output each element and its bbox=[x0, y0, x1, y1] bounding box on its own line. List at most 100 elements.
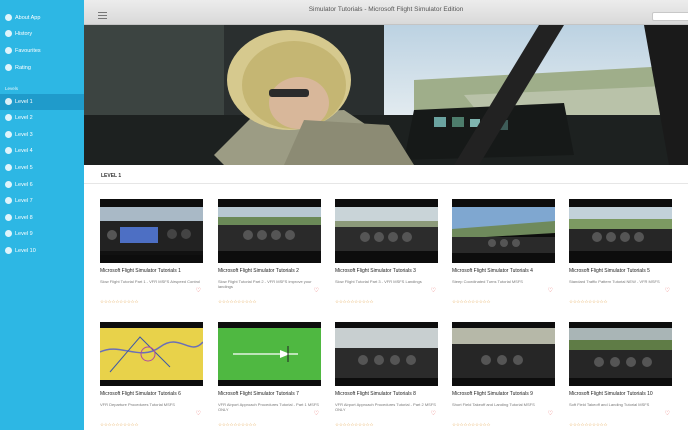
video-title[interactable]: Microsoft Flight Simulator Tutorials 6 bbox=[100, 391, 203, 397]
app-window: About App History Favourites Rating Leve… bbox=[0, 0, 688, 430]
video-thumbnail[interactable] bbox=[100, 199, 203, 263]
favourite-heart-icon[interactable]: ♡ bbox=[314, 287, 319, 294]
rating-stars-icon[interactable]: ☆☆☆☆☆☆☆☆☆☆ bbox=[335, 299, 374, 304]
video-title[interactable]: Microsoft Flight Simulator Tutorials 5 bbox=[569, 268, 672, 274]
rating-stars-icon[interactable]: ☆☆☆☆☆☆☆☆☆☆ bbox=[452, 299, 491, 304]
sidebar-item-level-3[interactable]: Level 3 bbox=[0, 127, 84, 143]
rating-stars-icon[interactable]: ☆☆☆☆☆☆☆☆☆☆ bbox=[218, 422, 257, 427]
sidebar-item-label: Level 10 bbox=[15, 248, 36, 254]
favourite-heart-icon[interactable]: ♡ bbox=[196, 410, 201, 417]
video-thumbnail[interactable] bbox=[335, 322, 438, 386]
rating-stars-icon[interactable]: ☆☆☆☆☆☆☆☆☆☆ bbox=[569, 422, 608, 427]
sidebar-item-rating[interactable]: Rating bbox=[0, 60, 84, 76]
video-card[interactable]: Microsoft Flight Simulator Tutorials 1 S… bbox=[100, 199, 203, 304]
star-icon bbox=[5, 64, 12, 71]
video-thumbnail[interactable] bbox=[218, 199, 321, 263]
level-icon bbox=[5, 197, 12, 204]
rating-stars-icon[interactable]: ☆☆☆☆☆☆☆☆☆☆ bbox=[218, 299, 257, 304]
rating-stars-icon[interactable]: ☆☆☆☆☆☆☆☆☆☆ bbox=[335, 422, 374, 427]
sidebar-item-favourites[interactable]: Favourites bbox=[0, 43, 84, 59]
rating-stars-icon[interactable]: ☆☆☆☆☆☆☆☆☆☆ bbox=[569, 299, 608, 304]
video-rating: ☆☆☆☆☆☆☆☆☆☆ ♡ bbox=[218, 410, 321, 427]
sidebar-item-label: Level 3 bbox=[15, 132, 33, 138]
favourite-heart-icon[interactable]: ♡ bbox=[314, 410, 319, 417]
rating-stars-icon[interactable]: ☆☆☆☆☆☆☆☆☆☆ bbox=[100, 299, 139, 304]
favourite-heart-icon[interactable]: ♡ bbox=[665, 287, 670, 294]
video-thumbnail[interactable] bbox=[569, 199, 672, 263]
level-icon bbox=[5, 247, 12, 254]
favourite-heart-icon[interactable]: ♡ bbox=[548, 410, 553, 417]
video-card[interactable]: Microsoft Flight Simulator Tutorials 10 … bbox=[569, 322, 672, 427]
main-content: LEVEL 1 Microsoft Flight Simulator Tutor… bbox=[84, 25, 688, 430]
sidebar-item-label: Level 7 bbox=[15, 198, 33, 204]
level-icon bbox=[5, 147, 12, 154]
hamburger-menu-icon[interactable] bbox=[98, 12, 107, 19]
sidebar-item-level-9[interactable]: Level 9 bbox=[0, 226, 84, 242]
sidebar-item-about[interactable]: About App bbox=[0, 10, 84, 26]
video-thumbnail[interactable] bbox=[569, 322, 672, 386]
toolbar-field[interactable] bbox=[652, 12, 688, 21]
video-thumbnail[interactable] bbox=[218, 322, 321, 386]
favourite-heart-icon[interactable]: ♡ bbox=[548, 287, 553, 294]
video-rating: ☆☆☆☆☆☆☆☆☆☆ ♡ bbox=[569, 287, 672, 304]
level-icon bbox=[5, 164, 12, 171]
sidebar-item-label: Level 1 bbox=[15, 99, 33, 105]
favourite-heart-icon[interactable]: ♡ bbox=[196, 287, 201, 294]
video-card[interactable]: Microsoft Flight Simulator Tutorials 4 S… bbox=[452, 199, 555, 304]
rating-stars-icon[interactable]: ☆☆☆☆☆☆☆☆☆☆ bbox=[452, 422, 491, 427]
rating-stars-icon[interactable]: ☆☆☆☆☆☆☆☆☆☆ bbox=[100, 422, 139, 427]
sidebar-item-level-7[interactable]: Level 7 bbox=[0, 193, 84, 209]
video-title[interactable]: Microsoft Flight Simulator Tutorials 8 bbox=[335, 391, 438, 397]
video-description: VFR Departure Procedures Tutorial MSFS bbox=[100, 402, 175, 407]
video-card[interactable]: Microsoft Flight Simulator Tutorials 7 V… bbox=[218, 322, 321, 427]
level-icon bbox=[5, 214, 12, 221]
sidebar-item-label: Level 5 bbox=[15, 165, 33, 171]
video-rating: ☆☆☆☆☆☆☆☆☆☆ ♡ bbox=[335, 410, 438, 427]
video-title[interactable]: Microsoft Flight Simulator Tutorials 1 bbox=[100, 268, 203, 274]
video-card[interactable]: Microsoft Flight Simulator Tutorials 8 V… bbox=[335, 322, 438, 427]
section-title: LEVEL 1 bbox=[101, 173, 122, 179]
video-title[interactable]: Microsoft Flight Simulator Tutorials 9 bbox=[452, 391, 555, 397]
sidebar: About App History Favourites Rating Leve… bbox=[0, 0, 84, 430]
favourite-heart-icon[interactable]: ♡ bbox=[665, 410, 670, 417]
title-bar: Simulator Tutorials - Microsoft Flight S… bbox=[84, 0, 688, 25]
video-description: VFR Airport Approach Procedures Tutorial… bbox=[218, 402, 319, 412]
video-title[interactable]: Microsoft Flight Simulator Tutorials 7 bbox=[218, 391, 321, 397]
favourite-heart-icon[interactable]: ♡ bbox=[431, 410, 436, 417]
level-icon bbox=[5, 230, 12, 237]
sidebar-item-level-5[interactable]: Level 5 bbox=[0, 160, 84, 176]
video-card[interactable]: Microsoft Flight Simulator Tutorials 6 V… bbox=[100, 322, 203, 427]
sidebar-item-label: About App bbox=[15, 15, 41, 21]
sidebar-item-level-1[interactable]: Level 1 bbox=[0, 94, 84, 110]
video-description: Soft Field Takeoff and Landing Tutorial … bbox=[569, 402, 650, 407]
video-card[interactable]: Microsoft Flight Simulator Tutorials 2 S… bbox=[218, 199, 321, 304]
video-description: Slow Flight Tutorial Part 3 - VFR MSFS L… bbox=[335, 279, 422, 284]
favourite-heart-icon[interactable]: ♡ bbox=[431, 287, 436, 294]
video-title[interactable]: Microsoft Flight Simulator Tutorials 2 bbox=[218, 268, 321, 274]
sidebar-item-history[interactable]: History bbox=[0, 26, 84, 42]
video-thumbnail[interactable] bbox=[335, 199, 438, 263]
video-description: Slow Flight Tutorial Part 2 - VFR MSFS i… bbox=[218, 279, 312, 289]
section-divider bbox=[84, 183, 688, 184]
sidebar-item-level-10[interactable]: Level 10 bbox=[0, 243, 84, 259]
video-title[interactable]: Microsoft Flight Simulator Tutorials 3 bbox=[335, 268, 438, 274]
video-thumbnail[interactable] bbox=[452, 199, 555, 263]
video-thumbnail[interactable] bbox=[452, 322, 555, 386]
sidebar-item-level-4[interactable]: Level 4 bbox=[0, 143, 84, 159]
video-card[interactable]: Microsoft Flight Simulator Tutorials 9 S… bbox=[452, 322, 555, 427]
sidebar-item-level-6[interactable]: Level 6 bbox=[0, 177, 84, 193]
video-card[interactable]: Microsoft Flight Simulator Tutorials 3 S… bbox=[335, 199, 438, 304]
video-title[interactable]: Microsoft Flight Simulator Tutorials 4 bbox=[452, 268, 555, 274]
sidebar-item-label: Level 2 bbox=[15, 115, 33, 121]
sidebar-item-label: Level 6 bbox=[15, 182, 33, 188]
video-card[interactable]: Microsoft Flight Simulator Tutorials 5 S… bbox=[569, 199, 672, 304]
video-title[interactable]: Microsoft Flight Simulator Tutorials 10 bbox=[569, 391, 672, 397]
level-icon bbox=[5, 131, 12, 138]
sidebar-item-level-2[interactable]: Level 2 bbox=[0, 110, 84, 126]
clock-icon bbox=[5, 30, 12, 37]
sidebar-item-label: Level 4 bbox=[15, 148, 33, 154]
info-icon bbox=[5, 14, 12, 21]
sidebar-item-label: History bbox=[15, 31, 33, 37]
video-thumbnail[interactable] bbox=[100, 322, 203, 386]
sidebar-item-level-8[interactable]: Level 8 bbox=[0, 210, 84, 226]
